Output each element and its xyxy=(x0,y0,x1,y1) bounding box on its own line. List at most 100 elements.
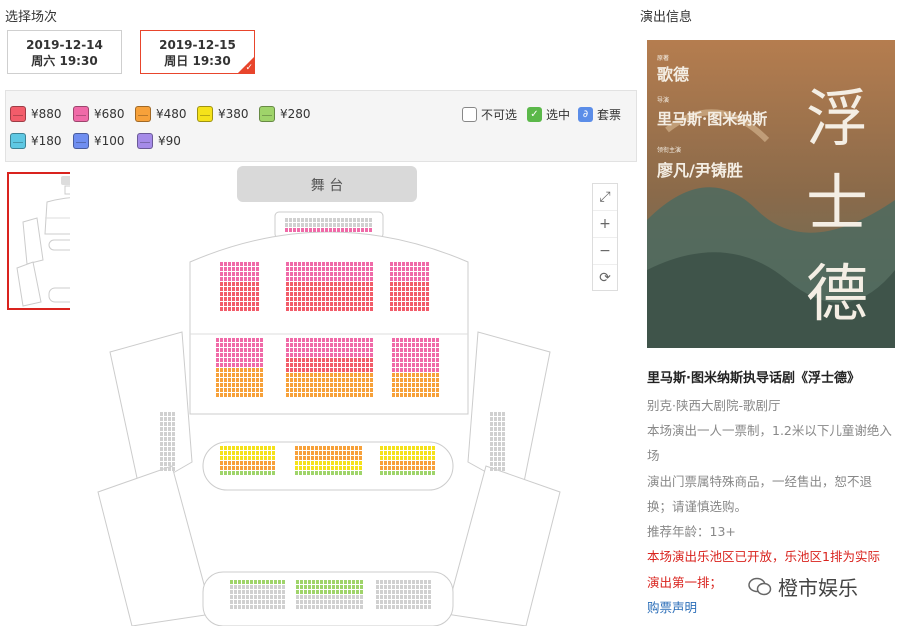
seat xyxy=(414,262,417,266)
seat xyxy=(248,358,251,362)
seat xyxy=(388,605,391,609)
seat xyxy=(302,292,305,296)
seat xyxy=(498,422,501,426)
seat xyxy=(408,605,411,609)
seat xyxy=(334,272,337,276)
seat xyxy=(426,292,429,296)
seat xyxy=(262,595,265,599)
price-filter-180[interactable]: ¥180 xyxy=(10,131,62,151)
seat xyxy=(392,590,395,594)
seat xyxy=(244,456,247,460)
seat xyxy=(370,363,373,367)
price-filter-880[interactable]: ¥880 xyxy=(10,104,62,124)
seat xyxy=(428,373,431,377)
seat xyxy=(244,466,247,470)
seat xyxy=(256,338,259,342)
seat xyxy=(362,378,365,382)
seat xyxy=(301,218,304,222)
price-filter-90[interactable]: ¥90 xyxy=(137,131,181,151)
seat xyxy=(384,590,387,594)
seat xyxy=(432,446,435,450)
price-filter-680[interactable]: ¥680 xyxy=(73,104,125,124)
seat xyxy=(341,218,344,222)
seatmap-canvas[interactable]: 舞 台 xyxy=(70,162,636,627)
seat xyxy=(406,262,409,266)
reset-button[interactable]: ⟳ xyxy=(593,265,617,291)
seat xyxy=(416,393,419,397)
seat xyxy=(234,580,237,584)
seat xyxy=(342,302,345,306)
seat xyxy=(410,292,413,296)
seat xyxy=(272,471,275,475)
seat xyxy=(322,277,325,281)
seat xyxy=(327,451,330,455)
seat xyxy=(388,595,391,599)
seat xyxy=(228,277,231,281)
seat xyxy=(313,218,316,222)
seat xyxy=(354,287,357,291)
seat xyxy=(370,292,373,296)
seat xyxy=(330,292,333,296)
seat xyxy=(436,393,439,397)
seat xyxy=(420,590,423,594)
seat xyxy=(362,267,365,271)
seat xyxy=(370,388,373,392)
seat xyxy=(390,282,393,286)
seat xyxy=(412,388,415,392)
fit-screen-button[interactable]: ⤢ xyxy=(593,184,617,211)
seat xyxy=(306,287,309,291)
price-label: ¥480 xyxy=(156,107,187,121)
price-filter-100[interactable]: ¥100 xyxy=(73,131,125,151)
seat xyxy=(418,272,421,276)
seat xyxy=(416,373,419,377)
seat xyxy=(356,595,359,599)
price-filter-380[interactable]: ¥380 xyxy=(197,104,249,124)
seat xyxy=(318,343,321,347)
seat xyxy=(402,277,405,281)
seat xyxy=(311,461,314,465)
seat xyxy=(326,383,329,387)
seat xyxy=(306,297,309,301)
seat xyxy=(306,393,309,397)
seat xyxy=(238,600,241,604)
zoom-in-button[interactable]: + xyxy=(593,211,617,238)
seat xyxy=(342,348,345,352)
seat xyxy=(314,302,317,306)
price-filter-280[interactable]: ¥280 xyxy=(259,104,311,124)
seat xyxy=(432,383,435,387)
seat xyxy=(334,262,337,266)
seat xyxy=(432,338,435,342)
seat xyxy=(216,363,219,367)
seat xyxy=(358,348,361,352)
seat xyxy=(290,338,293,342)
seat xyxy=(319,446,322,450)
seat xyxy=(302,297,305,301)
seat xyxy=(252,272,255,276)
seat xyxy=(420,580,423,584)
price-filter-480[interactable]: ¥480 xyxy=(135,104,187,124)
seat xyxy=(252,373,255,377)
seat xyxy=(303,446,306,450)
seat xyxy=(396,378,399,382)
seat xyxy=(400,605,403,609)
date-option-1214[interactable]: 2019-12-14 周六 19:30 xyxy=(7,30,122,74)
zoom-out-button[interactable]: − xyxy=(593,238,617,265)
seat xyxy=(350,287,353,291)
seat xyxy=(428,461,431,465)
seat xyxy=(346,292,349,296)
seat xyxy=(392,466,395,470)
seat xyxy=(340,600,343,604)
seat xyxy=(266,580,269,584)
seat xyxy=(270,580,273,584)
seat xyxy=(346,358,349,362)
seat xyxy=(354,358,357,362)
seat xyxy=(362,307,365,311)
purchase-statement-link[interactable]: 购票声明 xyxy=(647,597,697,616)
seat xyxy=(428,585,431,589)
seat xyxy=(315,446,318,450)
date-option-1215[interactable]: 2019-12-15 周日 19:30 ✓ xyxy=(140,30,255,74)
seat xyxy=(404,348,407,352)
seat xyxy=(330,282,333,286)
seat xyxy=(307,456,310,460)
seat xyxy=(228,378,231,382)
